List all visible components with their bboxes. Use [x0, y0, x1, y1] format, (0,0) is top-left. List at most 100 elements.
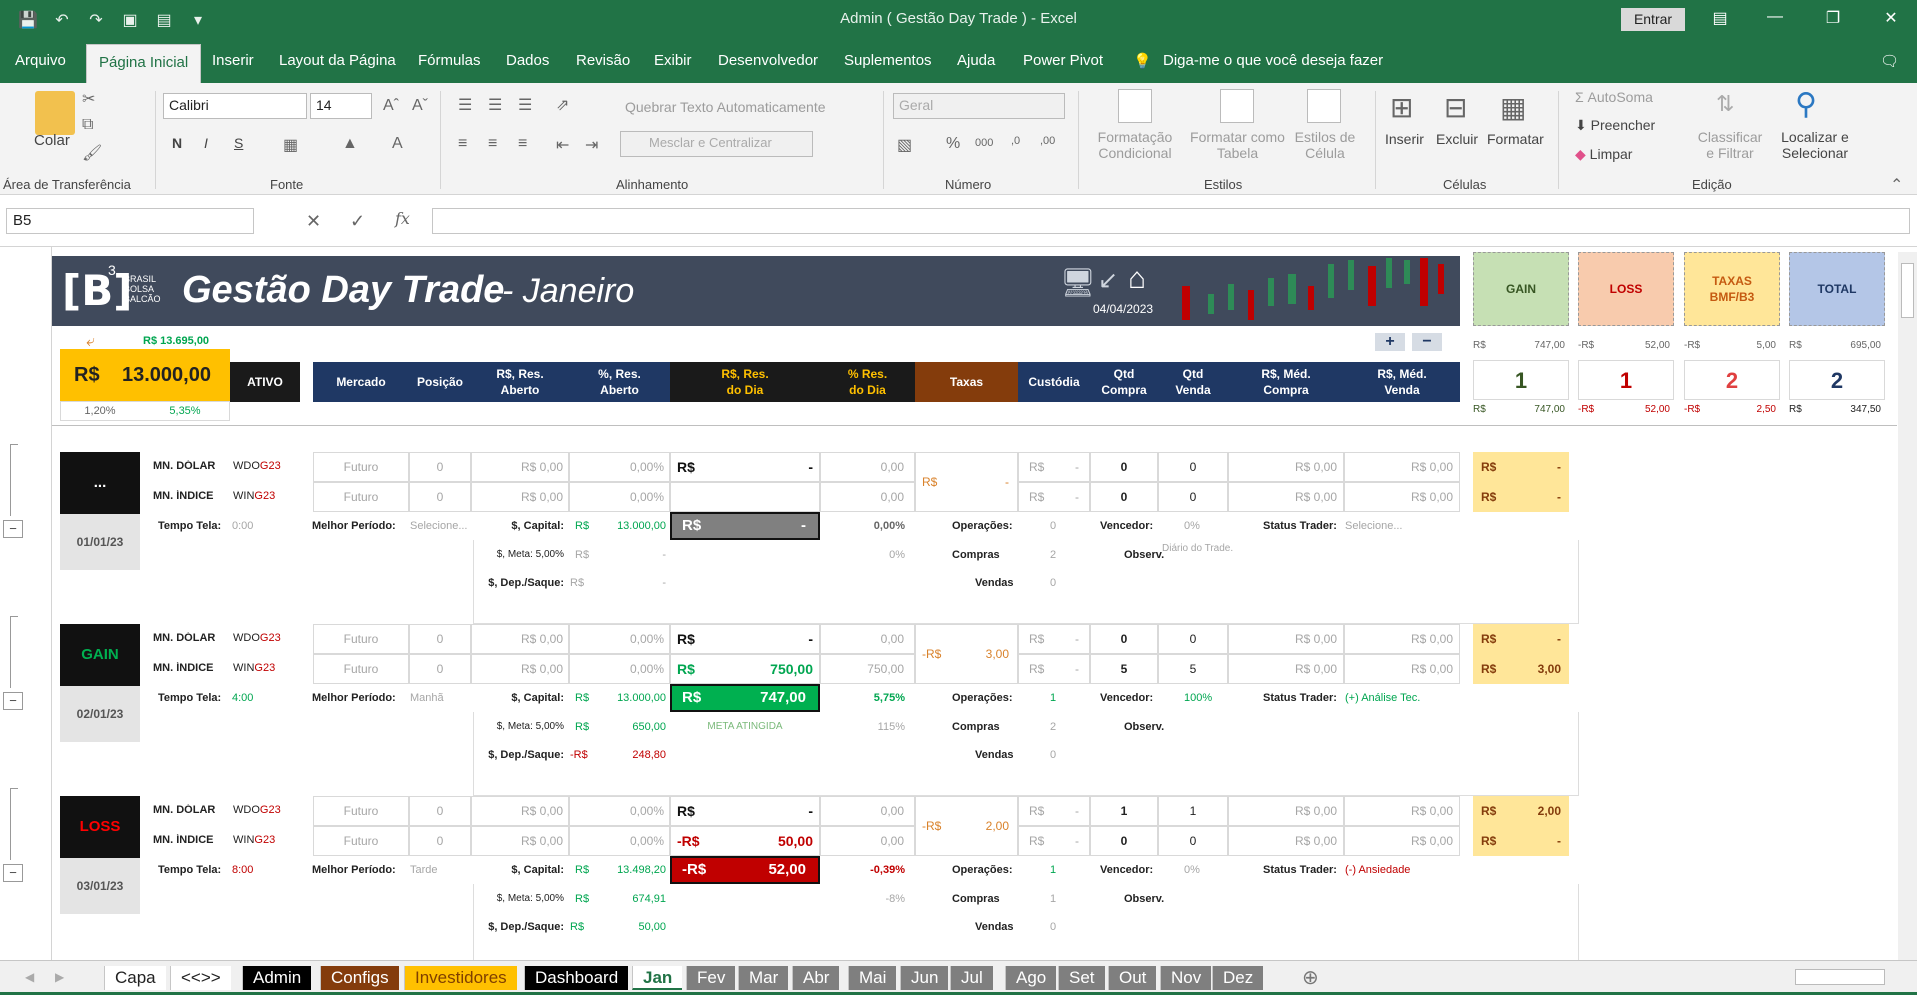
posicao-cell[interactable]: 0 — [409, 796, 471, 826]
align-right-icon[interactable]: ≡ — [518, 135, 527, 153]
font-color-icon[interactable]: A — [392, 135, 403, 153]
melhor-periodo-value[interactable]: Manhã — [410, 692, 444, 704]
qtd-venda-cell[interactable]: 5 — [1158, 654, 1228, 684]
fill-button[interactable]: ⬇ Preencher — [1575, 117, 1655, 134]
cancel-icon[interactable]: ✕ — [306, 211, 321, 232]
tempo-tela-value[interactable]: 4:00 — [232, 692, 253, 704]
custodia-cell[interactable]: R$ - — [1018, 452, 1090, 482]
sheet-tab[interactable]: Admin — [242, 966, 312, 990]
cut-icon[interactable]: ✂ — [82, 89, 95, 109]
res-dia-cell[interactable]: R$ - — [670, 452, 820, 482]
sheet-tab[interactable]: Mai — [848, 966, 897, 990]
sheet-tab[interactable]: Investidores — [404, 966, 517, 990]
posicao-cell[interactable]: 0 — [409, 826, 471, 856]
align-center-icon[interactable]: ≡ — [488, 135, 497, 153]
dep-saque-value[interactable]: - — [596, 577, 666, 589]
sheet-tab[interactable]: Dashboard — [524, 966, 629, 990]
dep-saque-value[interactable]: 248,80 — [596, 749, 666, 761]
res-aberto-cell[interactable]: R$ 0,00 — [471, 624, 569, 654]
expand-button[interactable]: + — [1375, 333, 1405, 351]
outline-collapse-button[interactable]: − — [3, 520, 23, 538]
comments-icon[interactable]: 🗨 — [1880, 52, 1899, 70]
sheet-tab[interactable]: Nov — [1160, 966, 1212, 990]
close-icon[interactable]: ✕ — [1876, 8, 1906, 28]
med-compra-cell[interactable]: R$ 0,00 — [1228, 826, 1344, 856]
posicao-cell[interactable]: 0 — [409, 654, 471, 684]
custodia-cell[interactable]: R$ - — [1018, 624, 1090, 654]
sheet-tab[interactable]: Mar — [738, 966, 789, 990]
qtd-venda-cell[interactable]: 0 — [1158, 482, 1228, 512]
minimize-icon[interactable]: — — [1760, 8, 1790, 26]
percent-icon[interactable]: % — [946, 135, 960, 153]
align-bottom-icon[interactable]: ☰ — [518, 95, 532, 115]
sheet-tab[interactable]: Ago — [1005, 966, 1057, 990]
posicao-cell[interactable]: 0 — [409, 452, 471, 482]
name-box[interactable]: B5 — [6, 208, 254, 234]
paste-button[interactable]: Colar — [34, 132, 70, 149]
med-venda-cell[interactable]: R$ 0,00 — [1344, 654, 1460, 684]
custodia-cell[interactable]: R$ - — [1018, 654, 1090, 684]
sort-filter-icon[interactable]: ⇅ — [1716, 91, 1734, 117]
clear-button[interactable]: ◆ Limpar — [1575, 146, 1632, 163]
res-dia-cell[interactable]: R$ - — [670, 796, 820, 826]
sheet-tab[interactable]: Fev — [686, 966, 736, 990]
pct-dia-cell[interactable]: 0,00 — [820, 796, 915, 826]
pct-aberto-cell[interactable]: 0,00% — [569, 624, 670, 654]
orientation-icon[interactable]: ⇗ — [556, 95, 569, 115]
custodia-cell[interactable]: R$ - — [1018, 826, 1090, 856]
status-trader-value[interactable]: Selecione... — [1345, 520, 1402, 532]
bold-button[interactable]: N — [172, 135, 182, 151]
med-compra-cell[interactable]: R$ 0,00 — [1228, 796, 1344, 826]
res-dia-cell[interactable] — [670, 482, 820, 512]
dep-saque-value[interactable]: 50,00 — [596, 921, 666, 933]
arrow-icon[interactable]: ↙ — [1098, 266, 1118, 295]
res-aberto-cell[interactable]: R$ 0,00 — [471, 826, 569, 856]
outline-collapse-button[interactable]: − — [3, 692, 23, 710]
decrease-decimal-icon[interactable]: ,00 — [1040, 135, 1055, 147]
qtd-compra-cell[interactable]: 0 — [1090, 826, 1158, 856]
status-trader-value[interactable]: (-) Ansiedade — [1345, 864, 1410, 876]
pct-aberto-cell[interactable]: 0,00% — [569, 654, 670, 684]
formula-input[interactable] — [432, 208, 1910, 234]
mercado-cell[interactable]: Futuro — [313, 482, 409, 512]
med-venda-cell[interactable]: R$ 0,00 — [1344, 796, 1460, 826]
taxas-cell[interactable]: -R$ 2,00 — [915, 796, 1018, 856]
tempo-tela-value[interactable]: 0:00 — [232, 520, 253, 532]
currency-icon[interactable]: ▧ — [897, 135, 912, 155]
qtd-compra-cell[interactable]: 0 — [1090, 624, 1158, 654]
mercado-cell[interactable]: Futuro — [313, 452, 409, 482]
increase-decimal-icon[interactable]: ,0 — [1011, 135, 1020, 147]
sheet-tab[interactable]: Set — [1058, 966, 1105, 990]
mercado-cell[interactable]: Futuro — [313, 826, 409, 856]
decrease-indent-icon[interactable]: ⇤ — [556, 135, 569, 155]
pct-dia-cell[interactable]: 0,00 — [820, 452, 915, 482]
tab-scroll-left-icon[interactable]: ◀ — [25, 970, 34, 984]
merge-center-button[interactable]: Mesclar e Centralizar — [620, 131, 813, 157]
find-icon[interactable]: ⚲ — [1795, 87, 1817, 122]
melhor-periodo-value[interactable]: Selecione... — [410, 520, 467, 532]
enter-icon[interactable]: ✓ — [350, 211, 365, 232]
insert-cells-icon[interactable]: ⊞ — [1390, 91, 1413, 124]
pct-aberto-cell[interactable]: 0,00% — [569, 826, 670, 856]
shrink-font-icon[interactable]: Aˇ — [412, 97, 428, 115]
custodia-cell[interactable]: R$ - — [1018, 796, 1090, 826]
menu-arquivo[interactable]: Arquivo — [15, 52, 66, 69]
qtd-venda-cell[interactable]: 1 — [1158, 796, 1228, 826]
sort-filter-button[interactable]: Classificar e Filtrar — [1690, 129, 1770, 161]
pct-aberto-cell[interactable]: 0,00% — [569, 452, 670, 482]
fill-color-icon[interactable]: ▲ — [342, 135, 358, 153]
qtd-compra-cell[interactable]: 0 — [1090, 452, 1158, 482]
menu-revisao[interactable]: Revisão — [576, 52, 630, 69]
taxas-cell[interactable]: R$ - — [915, 452, 1018, 512]
format-cells-icon[interactable]: ▦ — [1500, 91, 1526, 124]
font-name-select[interactable]: Calibri — [163, 93, 307, 119]
res-dia-cell[interactable]: R$ 750,00 — [670, 654, 820, 684]
observ-value[interactable]: Diário do Trade. — [1162, 543, 1233, 554]
increase-indent-icon[interactable]: ⇥ — [585, 135, 598, 155]
number-format-select[interactable]: Geral — [893, 93, 1065, 119]
sign-in-button[interactable]: Entrar — [1621, 8, 1685, 31]
med-compra-cell[interactable]: R$ 0,00 — [1228, 654, 1344, 684]
res-dia-cell[interactable]: R$ - — [670, 624, 820, 654]
tab-scroll-right-icon[interactable]: ▶ — [55, 970, 64, 984]
res-aberto-cell[interactable]: R$ 0,00 — [471, 654, 569, 684]
